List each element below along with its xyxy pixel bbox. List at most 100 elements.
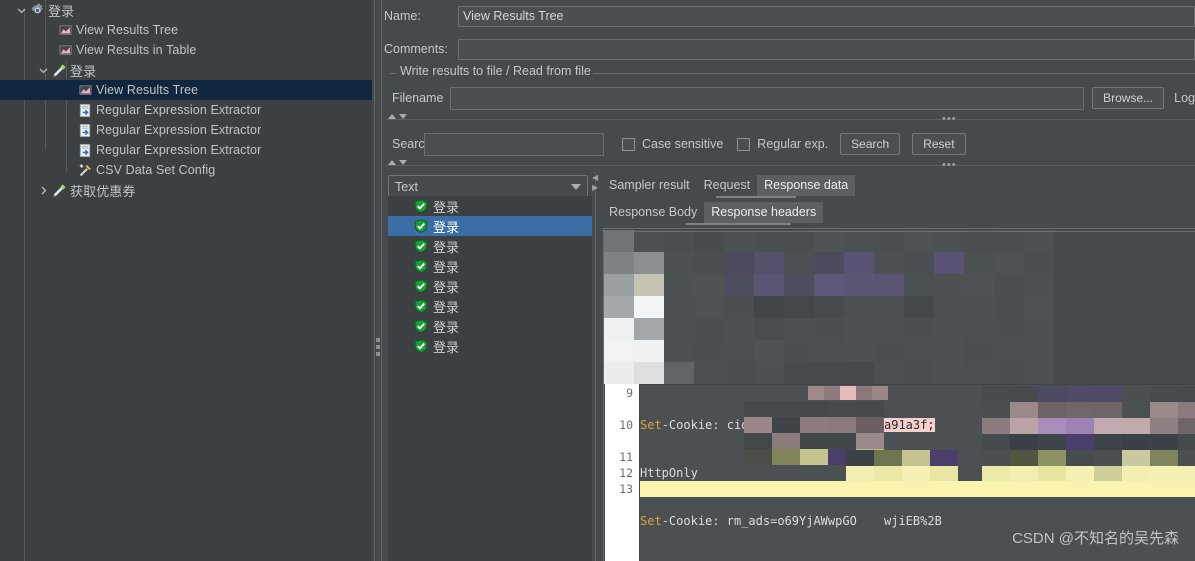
search-button[interactable]: Search bbox=[840, 133, 901, 155]
code-fragment: a91a3f; bbox=[884, 418, 935, 432]
regular-exp-checkbox[interactable] bbox=[737, 137, 751, 151]
collapse-left-icon[interactable]: ◀ bbox=[592, 174, 598, 182]
line-number: 9 bbox=[626, 386, 633, 400]
success-shield-icon bbox=[414, 319, 428, 333]
list-item[interactable]: 登录 bbox=[388, 216, 592, 236]
group-line-left bbox=[390, 73, 396, 74]
name-row: Name: View Results Tree bbox=[384, 5, 1195, 27]
search-input[interactable] bbox=[424, 132, 604, 156]
tree-item-view-results-tree-1[interactable]: View Results Tree bbox=[0, 20, 372, 40]
regular-exp-label: Regular exp. bbox=[757, 137, 829, 151]
jmeter-window: 登录 View Results Tree View Results in Tab… bbox=[0, 0, 1195, 561]
splitter-grip[interactable] bbox=[376, 338, 380, 359]
response-data-viewer[interactable]: 9 10 11 12 13 Set-Cookie: cid HttpOnly S… bbox=[600, 228, 1195, 561]
case-sensitive-checkbox[interactable] bbox=[622, 137, 635, 151]
chevron-down-icon[interactable] bbox=[14, 3, 28, 17]
collapse-bar-lower[interactable]: ••• bbox=[386, 160, 1195, 171]
comments-row: Comments: bbox=[384, 38, 1195, 60]
empty-line-highlight bbox=[640, 481, 1195, 497]
filename-input[interactable] bbox=[449, 86, 1085, 110]
detail-splitter[interactable]: ◀ ▶ bbox=[592, 172, 600, 561]
list-item[interactable]: 登录 bbox=[388, 336, 592, 356]
success-shield-icon bbox=[414, 239, 428, 253]
collapse-arrows[interactable] bbox=[388, 114, 407, 119]
censored-region-upper bbox=[604, 230, 1195, 385]
success-shield-icon bbox=[414, 259, 428, 273]
list-item[interactable]: 登录 bbox=[388, 316, 592, 336]
chevron-down-icon[interactable] bbox=[36, 63, 50, 77]
drag-dots-icon[interactable]: ••• bbox=[942, 114, 957, 125]
collapse-right-icon[interactable]: ▶ bbox=[592, 184, 598, 192]
tree-item-view-results-tree-selected[interactable]: View Results Tree bbox=[0, 80, 372, 100]
tree-item-label: Regular Expression Extractor bbox=[96, 103, 262, 117]
splitter-line bbox=[595, 172, 596, 561]
tree-item-csv-data-set-config[interactable]: CSV Data Set Config bbox=[0, 160, 372, 180]
reset-button[interactable]: Reset bbox=[912, 133, 966, 155]
tab-response-data[interactable]: Response data bbox=[757, 175, 856, 196]
chevron-right-icon[interactable] bbox=[36, 183, 50, 197]
splitter-line-left bbox=[374, 0, 375, 561]
codebox-top-border bbox=[606, 231, 1195, 232]
primary-tabs[interactable]: Sampler result Request Response data bbox=[602, 175, 856, 196]
tree-item-get-coupon[interactable]: 获取优惠券 bbox=[0, 180, 372, 200]
test-plan-tree[interactable]: 登录 View Results Tree View Results in Tab… bbox=[0, 0, 372, 561]
chevron-down-icon[interactable] bbox=[571, 184, 581, 190]
list-item[interactable]: 登录 bbox=[388, 196, 592, 216]
tree-item-label: View Results Tree bbox=[76, 23, 179, 37]
success-shield-icon bbox=[414, 199, 428, 213]
censored-region-right bbox=[982, 386, 1195, 482]
collapse-up-icon[interactable] bbox=[388, 114, 396, 119]
collapse-down-icon[interactable] bbox=[399, 114, 407, 119]
line-number: 12 bbox=[619, 466, 633, 480]
tree-item-login-controller[interactable]: 登录 bbox=[0, 0, 372, 20]
tab-sampler-result[interactable]: Sampler result bbox=[602, 175, 697, 196]
tree-item-view-results-in-table[interactable]: View Results in Table bbox=[0, 40, 372, 60]
watermark: CSDN @不知名的吴先森 bbox=[1012, 530, 1179, 547]
list-item[interactable]: 登录 bbox=[388, 296, 592, 316]
active-tab-indicator bbox=[716, 196, 796, 198]
tree-item-label: Regular Expression Extractor bbox=[96, 123, 262, 137]
drag-dots-icon[interactable]: ••• bbox=[942, 160, 957, 171]
censored-region-bottom bbox=[846, 450, 958, 482]
name-label: Name: bbox=[384, 9, 421, 23]
group-title-label: Write results to file / Read from file bbox=[398, 64, 593, 78]
success-shield-icon bbox=[414, 219, 428, 233]
tree-item-regex-extractor-1[interactable]: Regular Expression Extractor bbox=[0, 100, 372, 120]
tree-item-label: Regular Expression Extractor bbox=[96, 143, 262, 157]
name-input[interactable]: View Results Tree bbox=[458, 5, 1195, 27]
censored-region-line9 bbox=[808, 386, 888, 400]
comments-input[interactable] bbox=[458, 38, 1195, 60]
list-item[interactable]: 登录 bbox=[388, 256, 592, 276]
tree-item-regex-extractor-2[interactable]: Regular Expression Extractor bbox=[0, 120, 372, 140]
tree-item-label: View Results in Table bbox=[76, 43, 197, 57]
list-item-label: 登录 bbox=[433, 259, 460, 275]
collapse-up-icon[interactable] bbox=[388, 160, 396, 165]
secondary-tabs[interactable]: Response Body Response headers bbox=[602, 202, 824, 223]
browse-button[interactable]: Browse... bbox=[1092, 87, 1165, 109]
search-row: Search: Case sensitive Regular exp. Sear… bbox=[392, 132, 1195, 156]
tree-item-label: 登录 bbox=[70, 63, 97, 79]
list-item-label: 登录 bbox=[433, 199, 460, 215]
collapse-bar-upper[interactable]: ••• bbox=[386, 114, 1195, 125]
tree-item-label: View Results Tree bbox=[96, 83, 199, 97]
splitter-line-right bbox=[381, 0, 382, 561]
panel-splitter[interactable] bbox=[372, 0, 384, 561]
tab-response-body[interactable]: Response Body bbox=[602, 202, 704, 223]
tab-response-headers[interactable]: Response headers bbox=[704, 202, 824, 223]
tree-item-login-sampler[interactable]: 登录 bbox=[0, 60, 372, 80]
sampler-icon bbox=[50, 183, 68, 198]
response-text-area[interactable]: 9 10 11 12 13 Set-Cookie: cid HttpOnly S… bbox=[603, 228, 1195, 561]
list-item[interactable]: 登录 bbox=[388, 276, 592, 296]
tab-request[interactable]: Request bbox=[697, 175, 758, 196]
collapse-down-icon[interactable] bbox=[399, 160, 407, 165]
list-item-label: 登录 bbox=[433, 279, 460, 295]
list-item-label: 登录 bbox=[433, 319, 460, 335]
list-item[interactable]: 登录 bbox=[388, 236, 592, 256]
results-list[interactable]: 登录 登录 登录 登录 登录 登录 登录 登录 bbox=[388, 196, 592, 561]
divider-line bbox=[386, 165, 1195, 166]
divider-line bbox=[386, 119, 1195, 120]
collapse-arrows[interactable] bbox=[388, 160, 407, 165]
list-item-label: 登录 bbox=[433, 219, 460, 235]
tree-item-regex-extractor-3[interactable]: Regular Expression Extractor bbox=[0, 140, 372, 160]
filename-label: Filename bbox=[392, 91, 444, 105]
